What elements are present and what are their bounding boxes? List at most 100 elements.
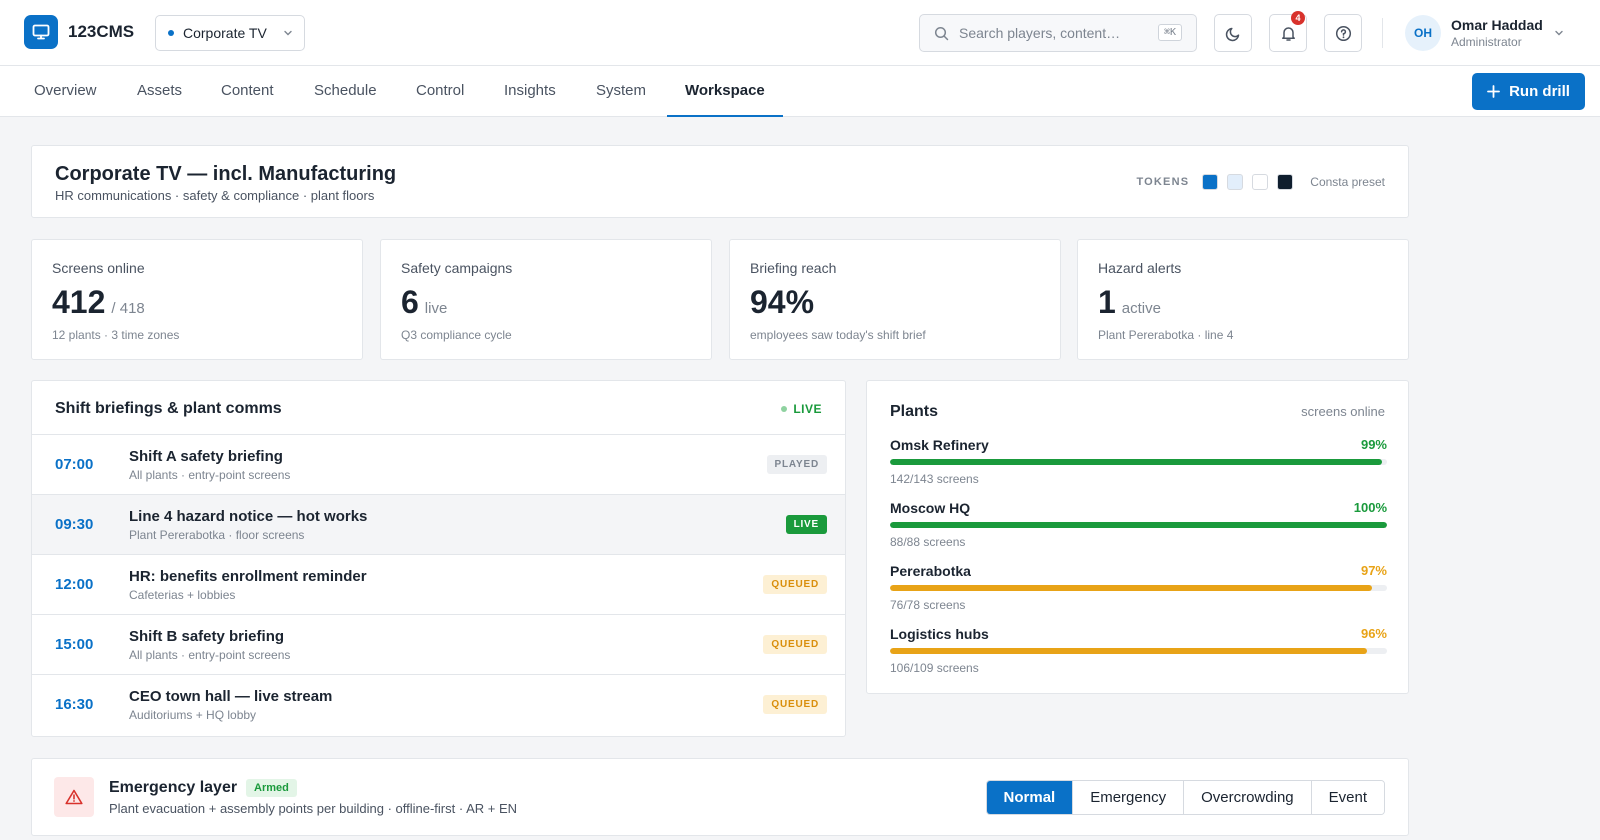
status-badge: LIVE <box>785 515 827 534</box>
stat-number: 94% <box>750 284 815 320</box>
workspace-select-value: Corporate TV <box>183 25 267 41</box>
tab-system[interactable]: System <box>578 66 664 117</box>
mode-overcrowding-button[interactable]: Overcrowding <box>1183 781 1311 814</box>
status-badge: Armed <box>246 779 297 797</box>
avatar[interactable]: OH <box>1405 15 1441 51</box>
notification-count-badge: 4 <box>1291 11 1305 25</box>
list-item[interactable]: 16:30 CEO town hall — live stream Audito… <box>32 674 845 734</box>
list-item[interactable]: 07:00 Shift A safety briefing All plants… <box>32 434 845 494</box>
token-swatch[interactable] <box>1277 174 1294 190</box>
emergency-subtitle: Plant evacuation + assembly points per b… <box>109 801 518 816</box>
design-tokens: TOKENS Consta preset <box>1136 174 1385 190</box>
bell-icon <box>1280 25 1297 42</box>
plant-progress-track <box>890 648 1387 654</box>
stat-note: employees saw today's shift brief <box>750 328 926 342</box>
header-divider <box>1382 18 1383 48</box>
tab-control[interactable]: Control <box>398 66 482 117</box>
plant-progress-fill <box>890 459 1383 465</box>
list-item[interactable]: 09:30 Line 4 hazard notice — hot works P… <box>32 494 845 554</box>
briefing-time: 15:00 <box>55 636 94 653</box>
token-swatch[interactable] <box>1227 174 1244 190</box>
page-title: Corporate TV — incl. Manufacturing <box>55 163 397 185</box>
monitor-icon[interactable] <box>24 15 58 49</box>
token-preset[interactable]: Consta preset <box>1310 175 1385 189</box>
tab-overview[interactable]: Overview <box>16 66 115 117</box>
plant-row[interactable]: Pererabotka 97% 76/78 screens <box>890 563 1387 623</box>
user-name[interactable]: Omar Haddad <box>1451 17 1543 33</box>
briefing-target: Auditoriums + HQ lobby <box>129 708 257 722</box>
emergency-title: Emergency layer <box>109 779 238 796</box>
status-badge: QUEUED <box>763 575 827 594</box>
page-subtitle: HR communications · safety & compliance … <box>55 188 375 203</box>
stat-number: 6 <box>401 284 419 320</box>
plant-progress-track <box>890 585 1387 591</box>
briefing-target: Cafeterias + lobbies <box>129 588 236 602</box>
emergency-mode-selector: Normal Emergency Overcrowding Event <box>985 780 1385 815</box>
briefing-target: All plants · entry-point screens <box>129 648 291 662</box>
mode-normal-button[interactable]: Normal <box>986 781 1073 814</box>
search-placeholder: Search players, content… <box>959 25 1121 41</box>
search-icon <box>934 26 949 41</box>
stat-number: 1 <box>1098 284 1116 320</box>
plant-row[interactable]: Logistics hubs 96% 106/109 screens <box>890 626 1387 686</box>
stat-card-campaigns: Safety campaigns 6 live Q3 compliance cyc… <box>380 239 712 360</box>
user-role: Administrator <box>1451 35 1522 49</box>
search-input[interactable]: Search players, content… ⌘K <box>919 14 1197 52</box>
list-item[interactable]: 12:00 HR: benefits enrollment reminder C… <box>32 554 845 614</box>
tab-assets[interactable]: Assets <box>119 66 200 117</box>
plant-screens: 106/109 screens <box>890 661 979 675</box>
mode-emergency-button[interactable]: Emergency <box>1072 781 1184 814</box>
theme-toggle-button[interactable] <box>1214 14 1252 52</box>
stat-value: 6 live <box>401 284 447 321</box>
stat-note: 12 plants · 3 time zones <box>52 328 180 342</box>
plants-card: Plants screens online Omsk Refinery 99% … <box>866 380 1409 694</box>
user-menu-chevron-icon[interactable] <box>1553 26 1565 44</box>
tab-content[interactable]: Content <box>203 66 292 117</box>
live-indicator: LIVE <box>781 402 822 416</box>
plant-name: Pererabotka <box>890 563 971 579</box>
briefing-title: Shift B safety briefing <box>129 628 285 645</box>
plant-name: Moscow HQ <box>890 500 971 516</box>
stat-number: 412 <box>52 284 106 320</box>
briefing-target: All plants · entry-point screens <box>129 468 291 482</box>
plant-percent: 99% <box>1360 437 1387 452</box>
tab-insights[interactable]: Insights <box>486 66 574 117</box>
stat-label: Screens online <box>52 260 145 276</box>
plant-row[interactable]: Omsk Refinery 99% 142/143 screens <box>890 437 1387 497</box>
list-item[interactable]: 15:00 Shift B safety briefing All plants… <box>32 614 845 674</box>
briefing-time: 07:00 <box>55 456 94 473</box>
plant-progress-track <box>890 459 1387 465</box>
briefing-time: 12:00 <box>55 576 94 593</box>
plant-percent: 100% <box>1353 500 1387 515</box>
token-swatch[interactable] <box>1252 174 1269 190</box>
briefing-title: CEO town hall — live stream <box>129 688 333 705</box>
moon-icon <box>1225 25 1242 42</box>
briefing-time: 09:30 <box>55 516 94 533</box>
stat-label: Hazard alerts <box>1098 260 1182 276</box>
plus-icon <box>1487 85 1500 98</box>
help-button[interactable] <box>1324 14 1362 52</box>
plant-screens: 76/78 screens <box>890 598 966 612</box>
token-swatch[interactable] <box>1202 174 1219 190</box>
mode-event-button[interactable]: Event <box>1310 781 1384 814</box>
briefing-title: Line 4 hazard notice — hot works <box>129 508 368 525</box>
top-header: 123CMS Corporate TV Search players, cont… <box>0 0 1600 66</box>
status-badge: PLAYED <box>766 455 827 474</box>
briefing-time: 16:30 <box>55 696 94 713</box>
stat-value: 412 / 418 <box>52 284 145 321</box>
notifications-button[interactable]: 4 <box>1269 11 1307 52</box>
live-dot-icon <box>781 406 788 412</box>
run-drill-button[interactable]: Run drill <box>1472 73 1585 110</box>
plant-row[interactable]: Moscow HQ 100% 88/88 screens <box>890 500 1387 560</box>
workspace-select[interactable]: Corporate TV <box>155 15 305 51</box>
plant-name: Logistics hubs <box>890 626 989 642</box>
plant-percent: 96% <box>1360 626 1387 641</box>
plant-name: Omsk Refinery <box>890 437 989 453</box>
stat-unit: live <box>424 300 448 317</box>
warning-triangle-icon <box>54 777 94 817</box>
plant-progress-fill <box>890 522 1387 528</box>
tab-schedule[interactable]: Schedule <box>296 66 395 117</box>
stat-label: Safety campaigns <box>401 260 513 276</box>
tab-workspace[interactable]: Workspace <box>667 66 783 117</box>
plant-percent: 97% <box>1360 563 1387 578</box>
